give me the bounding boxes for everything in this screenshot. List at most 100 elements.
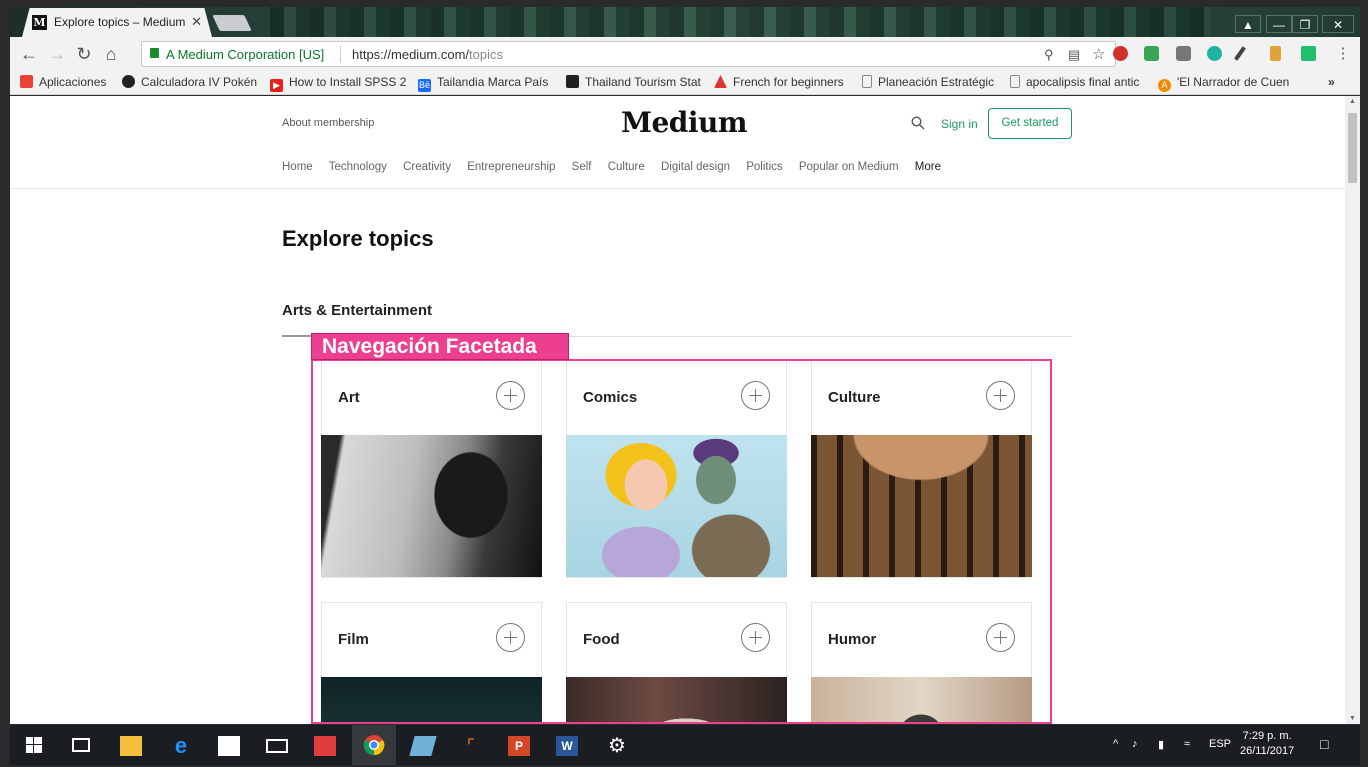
url-text[interactable]: https://medium.com/topics [352,47,503,62]
avast-icon: A [1158,79,1171,92]
mail-icon[interactable] [266,739,288,753]
translate-icon[interactable]: ▤ [1068,47,1080,63]
store-icon[interactable] [218,736,240,756]
forward-icon[interactable]: → [46,44,68,64]
back-icon[interactable]: ← [18,44,40,64]
bookmark-item[interactable]: apocalipsis final antic [1010,75,1139,89]
home-icon[interactable]: ⌂ [100,44,122,64]
bookmark-item[interactable]: A 'El Narrador de Cuen [1158,75,1289,92]
power-icon [122,75,135,88]
bookmarks-bar: Aplicaciones Calculadora IV Pokén ▶ How t… [10,71,1360,95]
nav-item-more[interactable]: More [915,161,941,173]
chrome-menu-icon[interactable]: ⋮ [1332,44,1354,64]
page-scrollbar[interactable]: ▲ ▼ [1345,96,1360,724]
pen-extension-icon[interactable] [1234,46,1246,61]
language-indicator[interactable]: ESP [1209,738,1231,750]
sign-in-link[interactable]: Sign in [941,117,978,131]
bookmark-label: French for beginners [733,75,844,89]
settings-gear-icon[interactable]: ⚙ [606,736,628,756]
nav-item-creativity[interactable]: Creativity [403,161,451,173]
nav-item-self[interactable]: Self [572,161,592,173]
page-icon [862,75,872,88]
desktop-window: ▲ — ❐ ✕ M Explore topics – Medium ✕ ← → … [0,0,1368,767]
section-heading: Arts & Entertainment [282,302,433,319]
wifi-icon[interactable]: ≈ [1184,738,1190,750]
behance-icon: Bē [418,79,431,92]
bookmark-item[interactable]: Aplicaciones [20,75,106,89]
camera-extension-icon[interactable] [1176,46,1191,61]
nav-item-technology[interactable]: Technology [329,161,387,173]
medium-favicon-icon: M [32,15,47,30]
more-bookmarks-icon[interactable]: » [1328,75,1335,89]
word-icon[interactable]: W [556,736,578,756]
clock-time: 7:29 p. m. [1242,730,1292,742]
battery-icon[interactable]: ▮ [1158,738,1164,751]
apps-grid-icon [20,75,33,88]
bookmark-item[interactable]: ▶ How to Install SPSS 2 [270,75,406,92]
bookmark-item[interactable]: Thailand Tourism Stat [566,75,701,89]
powerpoint-icon[interactable]: P [508,736,530,756]
youtube-icon: ▶ [270,79,283,92]
bookmark-label: Thailand Tourism Stat [585,75,701,89]
get-started-button[interactable]: Get started [988,108,1072,139]
site-identity: A Medium Corporation [US] [166,47,325,62]
search-icon[interactable] [911,116,925,130]
zoom-icon[interactable]: ⚲ [1044,47,1054,63]
tool-extension-icon[interactable] [1270,46,1281,61]
bookmark-label: Planeación Estratégic [878,75,995,89]
address-bar[interactable]: A Medium Corporation [US] https://medium… [141,41,1116,67]
bookmark-star-icon[interactable]: ☆ [1092,45,1105,63]
bookmark-label: apocalipsis final antic [1026,75,1140,89]
taskbar-clock[interactable]: 7:29 p. m. 26/11/2017 [1240,729,1294,759]
nav-item-popular[interactable]: Popular on Medium [799,161,899,173]
triangle-logo-icon [714,75,727,88]
minimize-button[interactable]: — [1266,15,1292,33]
clock-date: 26/11/2017 [1240,745,1295,757]
close-tab-icon[interactable]: ✕ [191,14,202,30]
medium-extension-icon[interactable] [1301,46,1316,61]
nav-item-entrepreneurship[interactable]: Entrepreneurship [467,161,555,173]
profile-button[interactable]: ▲ [1235,15,1261,33]
scroll-thumb[interactable] [1348,113,1357,183]
bookmark-item[interactable]: Calculadora IV Pokén [122,75,257,89]
nav-item-culture[interactable]: Culture [608,161,645,173]
task-view-icon[interactable] [72,738,90,752]
sheet-icon [566,75,579,88]
bookmark-item[interactable]: Bē Tailandia Marca País [418,75,548,92]
extension-icon[interactable] [1144,46,1159,61]
notes-app-icon[interactable] [409,736,437,756]
tray-expand-icon[interactable]: ^ [1113,738,1118,750]
nav-item-politics[interactable]: Politics [746,161,782,173]
restore-button[interactable]: ❐ [1292,15,1318,33]
scroll-down-icon[interactable]: ▼ [1345,715,1360,722]
page-icon [1010,75,1020,88]
bookmark-label: Aplicaciones [39,75,107,89]
close-window-button[interactable]: ✕ [1322,15,1354,33]
gift-app-icon[interactable] [314,736,336,756]
file-explorer-icon[interactable] [120,736,142,756]
notifications-icon[interactable]: □ [1320,736,1328,752]
new-tab-button[interactable] [212,15,252,31]
browser-tab[interactable]: M Explore topics – Medium ✕ [22,8,212,37]
chrome-taskbar-slot[interactable] [352,725,396,765]
adblock-icon[interactable] [1113,46,1128,61]
topic-nav: Home Technology Creativity Entrepreneurs… [282,161,954,173]
bookmark-item[interactable]: Planeación Estratégic [862,75,994,89]
about-membership-link[interactable]: About membership [282,117,374,129]
mercury-extension-icon[interactable] [1207,46,1222,61]
edge-icon[interactable]: e [170,735,192,757]
xamarin-icon[interactable]: ⌜ [460,736,482,756]
url-path: topics [469,47,504,62]
chrome-icon [363,735,385,756]
reload-icon[interactable]: ↻ [73,44,95,64]
nav-item-digital-design[interactable]: Digital design [661,161,730,173]
windows-start-icon[interactable] [26,737,42,753]
bookmark-label: How to Install SPSS 2 [289,75,407,89]
nav-item-home[interactable]: Home [282,161,313,173]
medium-logo[interactable]: Medium [621,106,748,139]
scroll-up-icon[interactable]: ▲ [1345,98,1360,105]
volume-icon[interactable]: ♪ [1132,738,1138,750]
address-separator [340,46,341,63]
bookmark-item[interactable]: French for beginners [714,75,844,89]
browser-toolbar: ← → ↻ ⌂ A Medium Corporation [US] https:… [10,37,1360,71]
